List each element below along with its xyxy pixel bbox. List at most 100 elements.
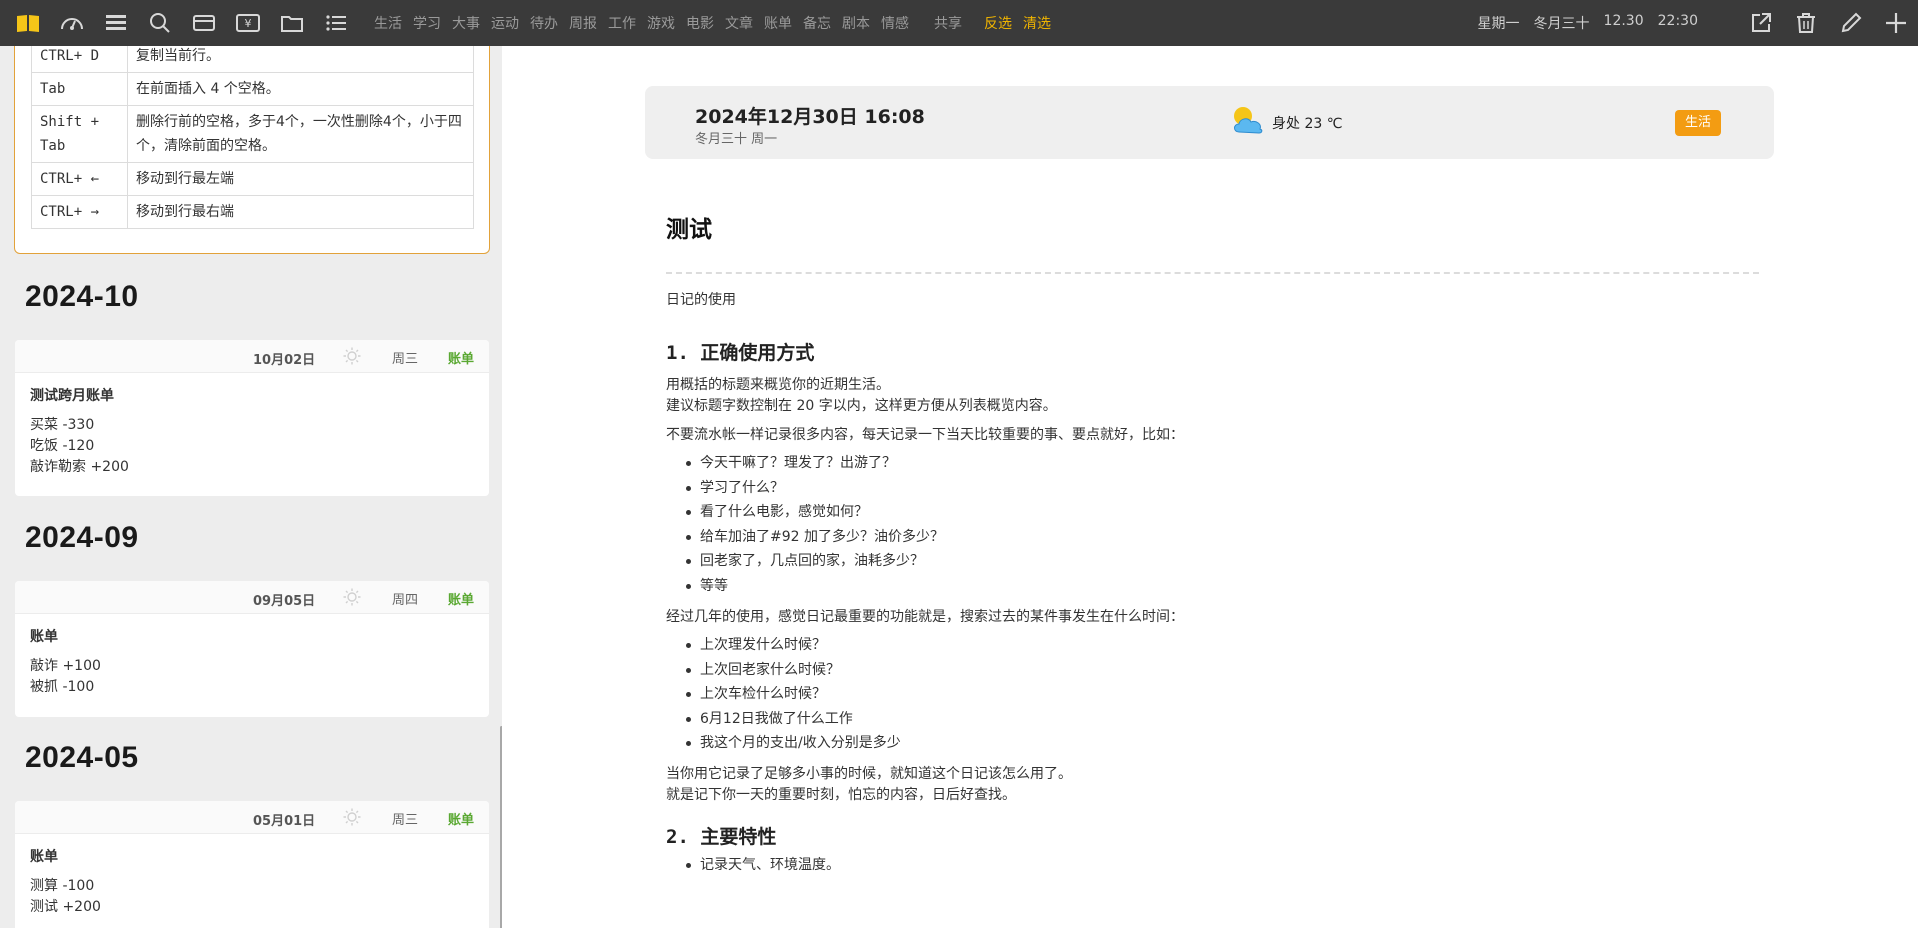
bullet-list: 记录天气、环境温度。 — [666, 853, 1759, 878]
sun-icon — [343, 588, 361, 606]
entry-date: 09月05日 — [253, 594, 316, 609]
divider — [666, 272, 1759, 274]
entry-card-body: 测试跨月账单 买菜 -330 吃饭 -120 敲诈勒索 +200 — [15, 373, 489, 490]
search-icon[interactable] — [138, 0, 182, 46]
shortcut-key: Tab — [31, 72, 128, 106]
paragraph: 经过几年的使用，感觉日记最重要的功能就是，搜索过去的某件事发生在什么时间： — [666, 609, 1184, 625]
category-scripts[interactable]: 剧本 — [842, 13, 870, 33]
entry-weekday: 周三 — [392, 352, 419, 367]
dashboard-icon[interactable] — [50, 0, 94, 46]
category-articles[interactable]: 文章 — [725, 13, 753, 33]
entry-card-header: 05月01日 周三 账单 — [15, 801, 489, 834]
current-lunar: 冬月三十 — [1533, 16, 1590, 32]
list-item: 等等 — [686, 574, 1759, 599]
list-view-icon[interactable] — [94, 0, 138, 46]
table-row: CTRL+ → 移动到行最右端 — [31, 195, 474, 229]
category-memo[interactable]: 备忘 — [803, 13, 831, 33]
list-item: 记录天气、环境温度。 — [686, 853, 1759, 878]
list-item: 学习了什么？ — [686, 476, 1759, 501]
entry-lunar-date: 冬月三十 周一 — [695, 132, 778, 147]
category-filter-bar: 生活 学习 大事 运动 待办 周报 工作 游戏 电影 文章 账单 备忘 剧本 情… — [374, 13, 1062, 33]
clear-selection-button[interactable]: 清选 — [1023, 13, 1051, 33]
list-scrollbar[interactable] — [500, 726, 502, 928]
entry-content: 测试 日记的使用 1. 正确使用方式 用概括的标题来概览你的近期生活。 建议标题… — [666, 210, 1759, 877]
entry-date: 05月01日 — [253, 814, 316, 829]
entry-card[interactable]: 09月05日 周四 账单 账单 敲诈 +100 被抓 -100 — [15, 581, 489, 717]
weather-text: 身处 23 ℃ — [1272, 116, 1343, 132]
category-work[interactable]: 工作 — [608, 13, 636, 33]
section-heading: 1. 正确使用方式 — [666, 342, 815, 364]
category-bills[interactable]: 账单 — [764, 13, 792, 33]
category-life[interactable]: 生活 — [374, 13, 402, 33]
shortcut-desc: 移动到行最右端 — [127, 195, 474, 229]
folder-icon[interactable] — [270, 0, 314, 46]
shortcut-key: Shift + Tab — [31, 105, 128, 163]
card-icon[interactable] — [182, 0, 226, 46]
current-weekday: 星期一 — [1477, 16, 1520, 32]
entry-tag[interactable]: 账单 — [448, 348, 474, 367]
category-emotion[interactable]: 情感 — [881, 13, 909, 33]
list-item: 我这个月的支出/收入分别是多少 — [686, 731, 1759, 756]
add-icon[interactable] — [1873, 0, 1918, 46]
entry-date: 10月02日 — [253, 353, 316, 368]
entry-line: 敲诈勒索 +200 — [30, 459, 129, 475]
entry-card[interactable]: 10月02日 周三 账单 测试跨月账单 买菜 -330 吃饭 -120 敲诈勒索… — [15, 340, 489, 496]
category-sports[interactable]: 运动 — [491, 13, 519, 33]
list-item: 今天干嘛了？理发了？出游了？ — [686, 451, 1759, 476]
entry-list-panel[interactable]: CTRL+ D 复制当前行。 Tab 在前面插入 4 个空格。 Shift + … — [0, 46, 502, 928]
bullet-list: 今天干嘛了？理发了？出游了？ 学习了什么？ 看了什么电影，感觉如何？ 给车加油了… — [666, 451, 1759, 598]
category-weekly[interactable]: 周报 — [569, 13, 597, 33]
bill-yen-icon[interactable]: ¥ — [226, 0, 270, 46]
current-time: 22:30 — [1657, 13, 1698, 29]
list-item: 上次理发什么时候？ — [686, 633, 1759, 658]
toolbar-right: 星期一 冬月三十 12.30 22:30 — [1478, 0, 1918, 46]
entry-line: 测试 +200 — [30, 899, 101, 915]
entry-line: 敲诈 +100 — [30, 658, 101, 674]
category-movies[interactable]: 电影 — [686, 13, 714, 33]
sun-icon — [343, 347, 361, 365]
invert-selection-button[interactable]: 反选 — [984, 13, 1012, 33]
paragraph: 日记的使用 — [666, 292, 736, 308]
edit-pencil-icon[interactable] — [1828, 0, 1873, 46]
shortcut-key: CTRL+ D — [31, 46, 128, 73]
menu-list-icon[interactable] — [314, 0, 358, 46]
entry-title: 账单 — [30, 629, 58, 645]
month-heading: 2024-10 — [25, 280, 139, 313]
table-row: Shift + Tab 删除行前的空格，多于4个，一次性删除4个，小于四个，清除… — [31, 105, 474, 163]
current-date: 星期一 冬月三十 12.30 22:30 — [1478, 13, 1698, 33]
top-toolbar: ¥ 生活 学习 大事 运动 待办 周报 工作 游戏 电影 文章 账单 备忘 剧本… — [0, 0, 1918, 46]
entry-card-header: 10月02日 周三 账单 — [15, 340, 489, 373]
category-games[interactable]: 游戏 — [647, 13, 675, 33]
shortcut-card[interactable]: CTRL+ D 复制当前行。 Tab 在前面插入 4 个空格。 Shift + … — [14, 46, 490, 254]
entry-line: 吃饭 -120 — [30, 438, 95, 454]
shortcut-key: CTRL+ ← — [31, 162, 128, 196]
trash-icon[interactable] — [1783, 0, 1828, 46]
entry-datetime: 2024年12月30日 16:08 — [695, 106, 925, 128]
list-item: 看了什么电影，感觉如何？ — [686, 500, 1759, 525]
entry-card[interactable]: 05月01日 周三 账单 账单 测算 -100 测试 +200 — [15, 801, 489, 928]
entry-card-body: 账单 测算 -100 测试 +200 — [15, 834, 489, 928]
list-item: 给车加油了#92 加了多少？油价多少？ — [686, 525, 1759, 550]
entry-title: 账单 — [30, 849, 58, 865]
entry-heading: 测试 — [666, 217, 712, 243]
entry-weekday: 周四 — [392, 593, 419, 608]
category-tag[interactable]: 生活 — [1675, 110, 1722, 136]
share-button[interactable]: 共享 — [934, 13, 962, 33]
svg-text:¥: ¥ — [245, 17, 252, 30]
category-study[interactable]: 学习 — [413, 13, 441, 33]
paragraph: 用概括的标题来概览你的近期生活。 — [666, 377, 890, 393]
export-icon[interactable] — [1738, 0, 1783, 46]
list-item: 上次车检什么时候？ — [686, 682, 1759, 707]
diary-book-icon[interactable] — [6, 0, 50, 46]
toolbar-icon-group: ¥ — [0, 0, 358, 46]
list-item: 回老家了，几点回的家，油耗多少？ — [686, 549, 1759, 574]
entry-tag[interactable]: 账单 — [448, 809, 474, 828]
bullet-list: 上次理发什么时候？ 上次回老家什么时候？ 上次车检什么时候？ 6月12日我做了什… — [666, 633, 1759, 756]
entry-tag[interactable]: 账单 — [448, 589, 474, 608]
list-item: 上次回老家什么时候？ — [686, 658, 1759, 683]
category-events[interactable]: 大事 — [452, 13, 480, 33]
entry-weekday: 周三 — [392, 813, 419, 828]
entry-line: 被抓 -100 — [30, 679, 95, 695]
category-todo[interactable]: 待办 — [530, 13, 558, 33]
entry-line: 测算 -100 — [30, 878, 95, 894]
